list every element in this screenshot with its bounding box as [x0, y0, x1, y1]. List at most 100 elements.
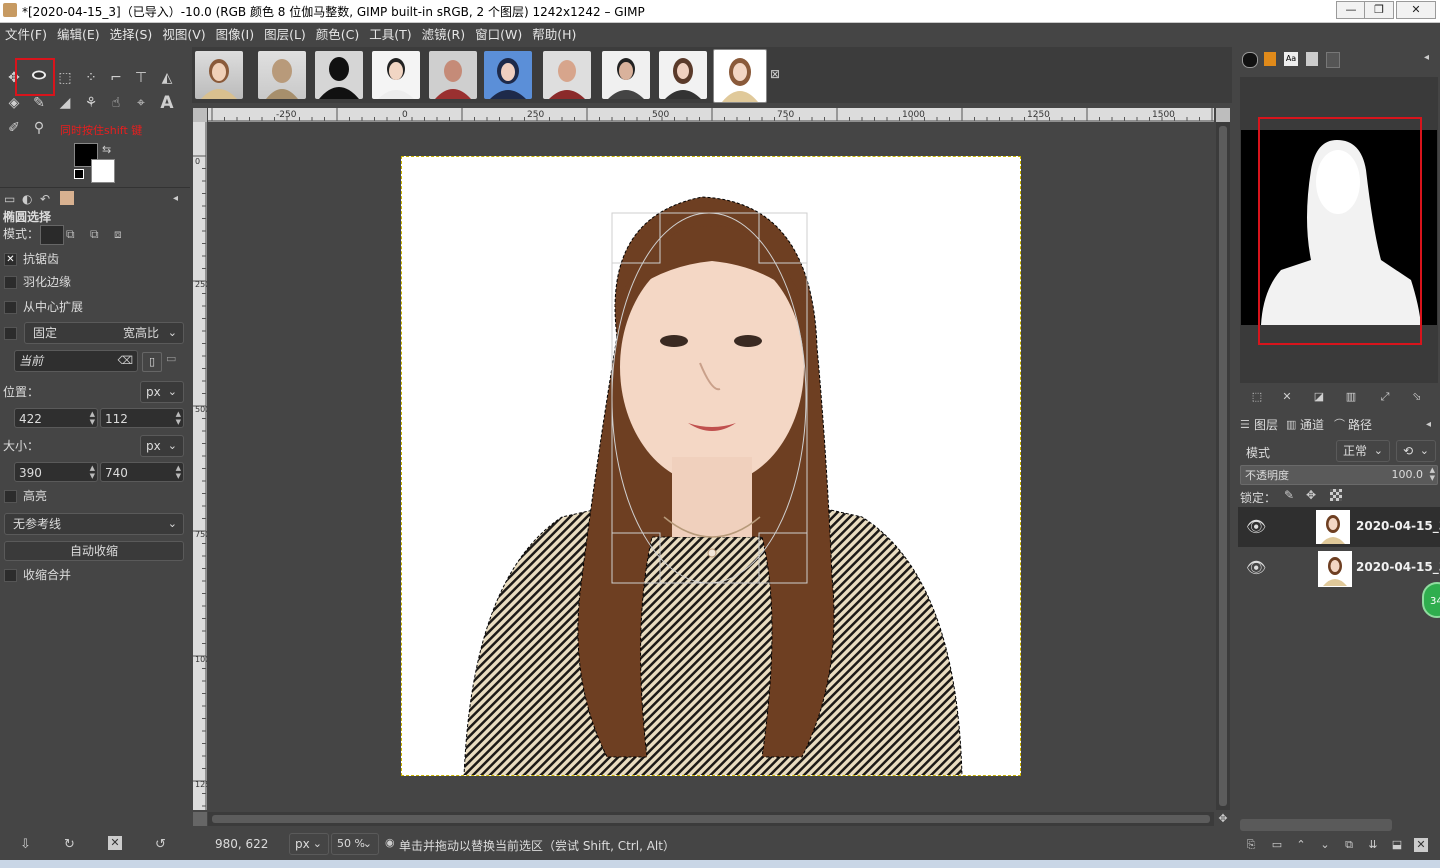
image-tab-thumb[interactable]	[195, 51, 243, 99]
mode-add-icon[interactable]: ⧉	[66, 227, 75, 242]
reset-options-icon[interactable]: ↺	[155, 837, 166, 852]
size-width-input[interactable]: 390 ▲ ▼	[14, 462, 98, 482]
dock-menu-icon[interactable]: ◂	[1424, 52, 1429, 63]
revert-zoom-icon[interactable]: ⬂	[1410, 390, 1424, 404]
lock-position-icon[interactable]: ✥	[1306, 488, 1316, 502]
feather-checkbox[interactable]	[4, 276, 17, 289]
free-select-icon[interactable]: ⬚	[54, 67, 76, 89]
spin-arrows-icon[interactable]: ▲ ▼	[176, 464, 181, 480]
navigate-icon[interactable]: ✥	[1216, 812, 1230, 826]
delete-layer-icon[interactable]: ✕	[1414, 838, 1428, 852]
fuzzy-select-icon[interactable]: ⁘	[80, 67, 102, 89]
brushes-tab-icon[interactable]	[1264, 52, 1276, 66]
tab-paths[interactable]: 路径	[1348, 415, 1372, 435]
image-tab-thumb[interactable]	[429, 51, 477, 99]
templates-tab-icon[interactable]	[1326, 52, 1340, 68]
menu-file[interactable]: 文件(F)	[0, 23, 52, 47]
new-layer-icon[interactable]: ⎘	[1244, 838, 1258, 852]
tab-layers[interactable]: 图层	[1254, 415, 1278, 435]
antialias-row[interactable]: ✕ 抗锯齿	[4, 249, 59, 269]
composite-mode-dropdown[interactable]: ⟲ ⌄	[1396, 440, 1436, 462]
notification-badge[interactable]: 34	[1422, 582, 1440, 618]
image-canvas[interactable]	[401, 156, 1021, 776]
eraser-icon[interactable]: ◢	[54, 92, 76, 114]
device-status-tab-icon[interactable]: ◐	[22, 192, 32, 206]
landscape-icon[interactable]: ▭	[166, 352, 176, 365]
layer-row[interactable]: 👁 2020-04-15_3	[1238, 548, 1440, 588]
mask-icon[interactable]: ⬓	[1390, 838, 1404, 852]
images-tab-icon[interactable]	[60, 191, 74, 205]
layers-hscroll-thumb[interactable]	[1240, 819, 1392, 831]
save-options-icon[interactable]: ⇩	[20, 837, 31, 852]
spin-arrows-icon[interactable]: ▲ ▼	[176, 410, 181, 426]
minimize-button[interactable]: —	[1336, 1, 1366, 19]
delete-options-icon[interactable]: ✕	[108, 836, 122, 850]
image-tab-thumb[interactable]	[258, 51, 306, 99]
duplicate-layer-icon[interactable]: ⧉	[1342, 838, 1356, 852]
warp-transform-icon[interactable]: ◭	[156, 67, 178, 89]
menu-image[interactable]: 图像(I)	[211, 23, 259, 47]
unified-transform-icon[interactable]: ⊤	[130, 67, 152, 89]
zoom-lock-icon[interactable]	[1216, 108, 1230, 122]
paths-tool-icon[interactable]: ⌖	[130, 92, 152, 114]
fixed-checkbox[interactable]	[4, 327, 17, 340]
guides-dropdown[interactable]: 无参考线 ⌄	[4, 513, 184, 535]
new-group-icon[interactable]: ▭	[1270, 838, 1284, 852]
mode-replace-icon[interactable]	[40, 225, 64, 245]
menu-filters[interactable]: 滤镜(R)	[417, 23, 470, 47]
lock-alpha-icon[interactable]	[1330, 489, 1342, 501]
image-tab-thumb[interactable]	[543, 51, 591, 99]
bucket-fill-icon[interactable]: ◈	[3, 92, 25, 114]
clear-field-icon[interactable]: ⌫	[117, 351, 133, 371]
unit-dropdown[interactable]: px ⌄	[289, 833, 329, 855]
quick-mask-toggle[interactable]	[193, 812, 207, 826]
zoom-in-icon[interactable]: ▥	[1344, 390, 1358, 404]
close-tab-icon[interactable]: ⊠	[770, 67, 780, 81]
vertical-scrollbar[interactable]	[1216, 122, 1230, 810]
size-height-input[interactable]: 740 ▲ ▼	[100, 462, 184, 482]
menu-view[interactable]: 视图(V)	[157, 23, 210, 47]
image-tab-thumb[interactable]	[315, 51, 363, 99]
spin-arrows-icon[interactable]: ▲ ▼	[90, 410, 95, 426]
crop-tool-icon[interactable]: ⌐	[105, 67, 127, 89]
zoom-out-icon[interactable]: ✕	[1280, 390, 1294, 404]
antialias-checkbox[interactable]: ✕	[4, 253, 17, 266]
menu-help[interactable]: 帮助(H)	[527, 23, 581, 47]
horizontal-scroll-thumb[interactable]	[212, 815, 1210, 823]
lower-layer-icon[interactable]: ⌄	[1318, 838, 1332, 852]
menu-windows[interactable]: 窗口(W)	[470, 23, 527, 47]
auto-shrink-button[interactable]: 自动收缩	[4, 541, 184, 561]
close-button[interactable]: ✕	[1396, 1, 1436, 19]
horizontal-scrollbar[interactable]	[208, 812, 1214, 826]
text-tool-icon[interactable]: A	[156, 92, 178, 114]
eye-icon[interactable]: 👁	[1246, 517, 1266, 536]
spin-arrows-icon[interactable]: ▲ ▼	[90, 464, 95, 480]
shrink-wrap-icon[interactable]: ◪	[1312, 390, 1326, 404]
expand-center-checkbox[interactable]	[4, 301, 17, 314]
menu-layer[interactable]: 图层(L)	[259, 23, 311, 47]
tab-channels[interactable]: 通道	[1300, 415, 1324, 435]
position-unit-dropdown[interactable]: px ⌄	[140, 381, 184, 403]
swap-colors-icon[interactable]: ⇆	[102, 143, 111, 156]
fixed-dropdown[interactable]: 固定 宽高比 ⌄	[24, 322, 184, 344]
image-tab-thumb[interactable]	[602, 51, 650, 99]
menu-colors[interactable]: 颜色(C)	[311, 23, 364, 47]
merge-down-icon[interactable]: ⇊	[1366, 838, 1380, 852]
lock-pixels-icon[interactable]: ✎	[1284, 488, 1294, 502]
raise-layer-icon[interactable]: ⌃	[1294, 838, 1308, 852]
fonts-tab-icon[interactable]: Aa	[1284, 52, 1298, 66]
restore-options-icon[interactable]: ↻	[64, 837, 75, 852]
layer-mode-dropdown[interactable]: 正常 ⌄	[1336, 440, 1390, 462]
fit-image-icon[interactable]: ⤢	[1378, 390, 1392, 404]
size-unit-dropdown[interactable]: px ⌄	[140, 435, 184, 457]
portrait-icon[interactable]: ▯	[142, 352, 162, 372]
image-tab-thumb[interactable]	[659, 51, 707, 99]
image-tab-thumb[interactable]	[484, 51, 532, 99]
highlight-row[interactable]: 高亮	[4, 486, 47, 506]
zoom-fit-icon[interactable]: ⬚	[1250, 390, 1264, 404]
dock-menu-icon[interactable]: ◂	[1426, 415, 1431, 435]
reset-colors-icon[interactable]	[74, 169, 84, 179]
zoom-dropdown[interactable]: 50 % ⌄	[331, 833, 379, 855]
paintbrush-icon[interactable]: ✎	[28, 92, 50, 114]
shrink-merged-row[interactable]: 收缩合并	[4, 565, 71, 585]
